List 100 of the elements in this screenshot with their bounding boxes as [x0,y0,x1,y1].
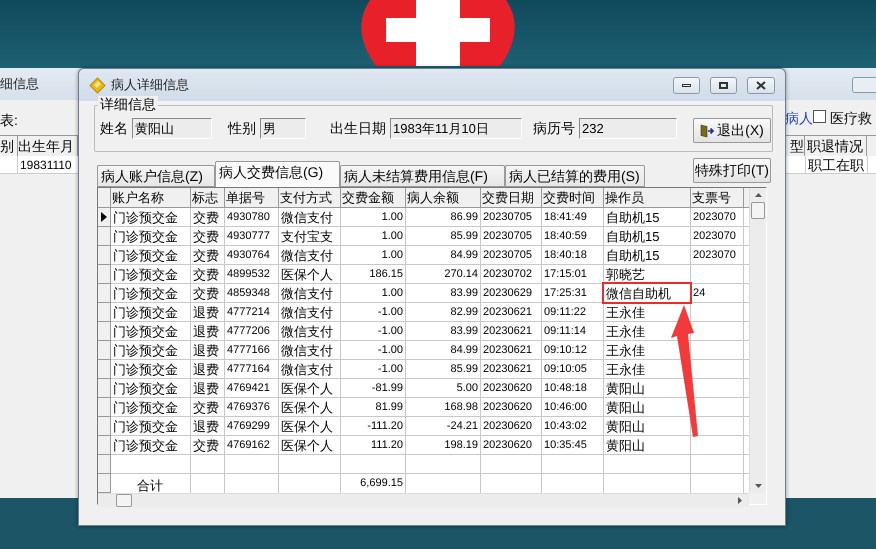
table-cell [341,455,406,474]
checkbox-label: 医疗救 [830,109,872,128]
table-cell: 20230620 [481,379,542,398]
table-cell: 退费 [191,417,225,436]
table-cell: 20230620 [481,436,542,455]
exit-button[interactable]: 退出(X) [693,118,771,143]
table-cell: 交费 [191,208,225,227]
text-field[interactable]: 男 [260,118,306,139]
table-cell: 交费 [191,284,225,303]
table-cell: 20230621 [481,360,542,379]
table-cell: 微信支付 [279,341,341,360]
row-header[interactable] [98,208,111,227]
table-cell: 09:10:12 [542,341,604,360]
table-cell: 4777214 [225,303,279,322]
tab[interactable]: 病人已结算的费用(S) [505,165,645,187]
table-cell: 09:10:05 [542,360,604,379]
table-cell: 自助机15 [604,227,691,246]
table-cell: 微信支付 [279,322,341,341]
table-cell: 111.20 [341,436,406,455]
checkbox[interactable] [813,110,826,123]
scroll-thumb[interactable] [116,494,132,507]
column-header: 出生年月 [18,136,78,156]
table-cell: 20230705 [481,227,542,246]
table-cell: 10:46:00 [542,398,604,417]
table-cell: 4769376 [225,398,279,417]
current-row-icon [100,212,108,222]
horizontal-scrollbar[interactable] [98,493,749,507]
table-cell: 自助机15 [604,246,691,265]
column-header: 单据号 [225,188,279,208]
table-cell: 交费 [191,398,225,417]
table-cell: 20230620 [481,398,542,417]
table-cell: -81.99 [341,379,406,398]
text-field[interactable]: 232 [579,118,677,139]
table-cell: 186.15 [341,265,406,284]
table-cell: 微信支付 [279,303,341,322]
table-cell: 83.99 [406,322,481,341]
scroll-thumb[interactable] [751,202,765,219]
table-cell: 18:40:18 [542,246,604,265]
table-cell: 20230629 [481,284,542,303]
special-print-button[interactable]: 特殊打印(T) [693,158,771,183]
table-cell: -1.00 [341,341,406,360]
table-cell: -1.00 [341,360,406,379]
table-cell: 84.99 [406,246,481,265]
tab[interactable]: 病人交费信息(G) [215,161,340,187]
table-cell: 退费 [191,341,225,360]
table-cell: 2023070 [691,246,744,265]
table-cell: 4769299 [225,417,279,436]
table-cell: 09:11:22 [542,303,604,322]
group-title: 详细信息 [98,96,158,112]
close-button[interactable] [747,76,775,94]
table-cell: 交费 [191,265,225,284]
table-cell: -24.21 [406,417,481,436]
table-cell: 4859348 [225,284,279,303]
field-label: 性别 [228,119,256,138]
column-header: 账户名称 [111,188,191,208]
table-cell: 医保个人 [279,436,341,455]
close-icon [756,80,766,90]
column-header: 支付方式 [279,188,341,208]
table-cell: 门诊预交金 [111,208,191,227]
table-cell: 4930764 [225,246,279,265]
tab[interactable]: 病人账户信息(Z) [97,165,215,187]
column-header: 交费金额 [341,188,406,208]
table-cell: 17:25:31 [542,284,604,303]
table-cell: 18:41:49 [542,208,604,227]
column-header: 别 [0,136,18,156]
table-cell: 自助机15 [604,208,691,227]
table-cell: 18:40:59 [542,227,604,246]
table-cell: 郭晓艺 [604,265,691,284]
table-cell: 4777164 [225,360,279,379]
table-cell: 门诊预交金 [111,303,191,322]
table-cell: 168.98 [406,398,481,417]
table-cell: 1.00 [341,227,406,246]
maximize-button[interactable] [710,76,737,94]
table-cell: 医保个人 [279,398,341,417]
vertical-scrollbar[interactable] [749,188,766,493]
table-cell: 退费 [191,322,225,341]
table-cell: 198.19 [406,436,481,455]
text-field[interactable]: 1983年11月10日 [390,118,522,139]
door-exit-icon [700,124,714,138]
table-cell: 2023070 [691,208,744,227]
table-cell: 1.00 [341,208,406,227]
table-cell: 交费 [191,227,225,246]
field-label: 病历号 [533,119,575,138]
table-cell: 82.99 [406,303,481,322]
minimize-button[interactable] [673,76,700,94]
table-cell: 4777206 [225,322,279,341]
tab[interactable]: 病人未结算费用信息(F) [340,165,505,187]
table-cell: 20230621 [481,303,542,322]
table-cell: 门诊预交金 [111,379,191,398]
text-field[interactable]: 黄阳山 [132,118,212,139]
column-header: 支票号 [691,188,744,208]
column-header: 操作员 [604,188,691,208]
column-header: 标志 [191,188,225,208]
table-cell: 交费 [191,436,225,455]
table-cell: 门诊预交金 [111,360,191,379]
patient-link[interactable]: 病人 [785,108,813,129]
table-cell: 4777166 [225,341,279,360]
table-cell: 10:48:18 [542,379,604,398]
table-cell: 门诊预交金 [111,417,191,436]
table-cell: 门诊预交金 [111,436,191,455]
